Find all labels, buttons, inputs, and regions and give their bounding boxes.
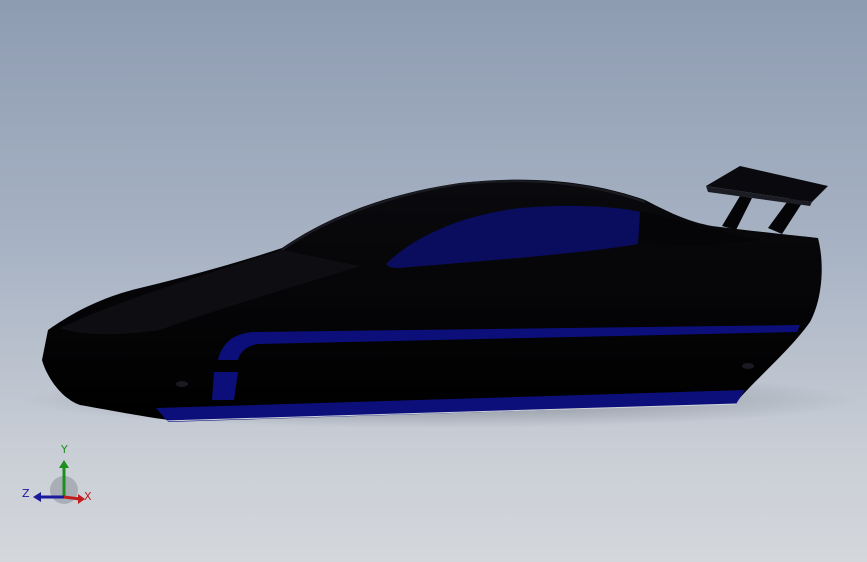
triad-x-axis [63,495,81,501]
triad-z-label: Z [22,487,30,500]
triad-x-label: X [84,490,92,503]
triad-y-label: Y [61,443,68,456]
triad-z-arrow [33,492,41,502]
3d-viewport[interactable]: Y Z X [0,0,867,562]
orientation-triad[interactable] [0,0,867,562]
triad-y-arrow [59,460,69,468]
